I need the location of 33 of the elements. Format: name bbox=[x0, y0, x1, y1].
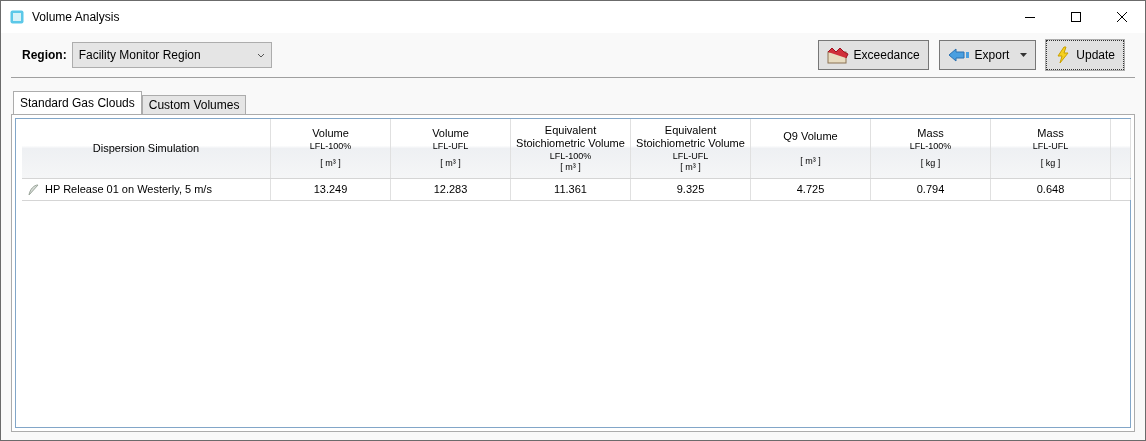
toolbar-button[interactable]: Export bbox=[938, 40, 1037, 70]
toolbar-button[interactable]: Exceedance bbox=[817, 40, 929, 70]
table-cell: 0.648 bbox=[991, 179, 1111, 200]
feather-icon bbox=[28, 183, 39, 196]
maximize-icon bbox=[1071, 12, 1081, 22]
window-title: Volume Analysis bbox=[32, 9, 120, 26]
lightning-icon bbox=[1055, 46, 1072, 64]
chart-icon bbox=[826, 46, 849, 64]
column-header[interactable]: Volume LFL-UFL [ m³ ] bbox=[391, 119, 511, 178]
table-cell: 9.325 bbox=[631, 179, 751, 200]
app-icon bbox=[10, 10, 24, 24]
column-header[interactable]: Equivalent Stoichiometric Volume LFL-UFL [ m³ ] bbox=[631, 119, 751, 178]
toolbar-button[interactable]: Update bbox=[1046, 40, 1124, 70]
table-cell: HP Release 01 on Westerly, 5 m/s bbox=[22, 179, 271, 200]
table-cell: 12.283 bbox=[391, 179, 511, 200]
region-label: Region: bbox=[22, 47, 67, 64]
table-cell: 13.249 bbox=[271, 179, 391, 200]
column-header[interactable]: Dispersion Simulation bbox=[22, 119, 271, 178]
region-dropdown[interactable]: Facility Monitor Region bbox=[71, 42, 272, 68]
arrow-left-icon bbox=[947, 47, 970, 63]
column-header[interactable]: Q9 Volume [ m³ ] bbox=[751, 119, 871, 178]
chevron-down-icon bbox=[256, 52, 265, 58]
tab[interactable]: Standard Gas Clouds bbox=[13, 91, 142, 114]
caret-icon bbox=[1020, 53, 1028, 57]
table-cell: 4.725 bbox=[751, 179, 871, 200]
tab[interactable]: Custom Volumes bbox=[141, 95, 247, 114]
column-header[interactable]: Volume LFL-100% [ m³ ] bbox=[271, 119, 391, 178]
column-header[interactable]: Mass LFL-UFL [ kg ] bbox=[991, 119, 1111, 178]
close-icon bbox=[1117, 12, 1127, 22]
column-header[interactable]: Equivalent Stoichiometric Volume LFL-100% [ m³ ] bbox=[511, 119, 631, 178]
table-cell: 11.361 bbox=[511, 179, 631, 200]
column-header[interactable]: Mass LFL-100% [ kg ] bbox=[871, 119, 991, 178]
table-cell: 0.794 bbox=[871, 179, 991, 200]
